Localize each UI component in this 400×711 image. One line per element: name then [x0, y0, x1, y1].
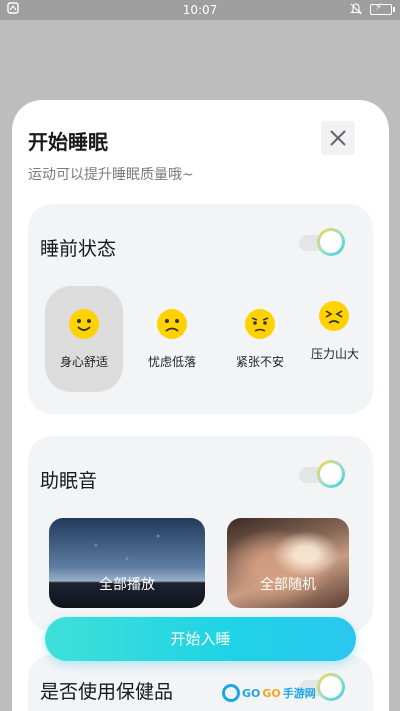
- mood-label: 身心舒适: [59, 355, 108, 369]
- mood-label: 忧虑低落: [147, 355, 196, 369]
- shuffle-all-label: 全部随机: [260, 577, 316, 593]
- bell-off-icon: [350, 3, 362, 15]
- stressed-icon: [319, 301, 349, 331]
- sleep-sound-toggle[interactable]: [299, 460, 345, 488]
- pre-sleep-state-toggle[interactable]: [299, 228, 345, 256]
- sleep-sound-card: 助眠音 全部播放 全部随机: [28, 436, 373, 632]
- pre-sleep-state-card: 睡前状态 身心舒适 忧虑低落 紧张不安 压力山大: [28, 204, 373, 414]
- play-all-label: 全部播放: [99, 577, 155, 593]
- status-time: 10:07: [182, 3, 218, 17]
- close-icon: [330, 130, 346, 146]
- mood-option-comfortable[interactable]: 身心舒适: [45, 286, 123, 392]
- start-sleep-sheet: 开始睡眠 运动可以提升睡眠质量哦~ 睡前状态 身心舒适 忧虑低落 紧张不安 压力…: [12, 100, 389, 711]
- play-all-card[interactable]: 全部播放: [49, 518, 205, 608]
- mood-label: 压力山大: [311, 347, 360, 361]
- smile-icon: [69, 309, 99, 339]
- status-icons: ⚡: [350, 2, 395, 15]
- close-button[interactable]: [321, 121, 355, 155]
- pre-sleep-state-title: 睡前状态: [40, 238, 117, 260]
- mood-option-low[interactable]: 忧虑低落: [133, 286, 211, 392]
- watermark-circle-icon: [222, 684, 240, 702]
- sleep-sound-title: 助眠音: [40, 470, 98, 492]
- mood-option-nervous[interactable]: 紧张不安: [221, 286, 299, 392]
- supplement-title: 是否使用保健品: [40, 681, 174, 703]
- worried-icon: [245, 309, 275, 339]
- mood-option-stressed[interactable]: 压力山大: [309, 286, 359, 392]
- shuffle-all-card[interactable]: 全部随机: [227, 518, 349, 608]
- battery-charging-icon: ⚡: [370, 2, 395, 15]
- start-sleep-button[interactable]: 开始入睡: [45, 617, 356, 661]
- status-bar: 10:07 ⚡: [0, 0, 400, 20]
- sheet-subtitle: 运动可以提升睡眠质量哦~: [28, 167, 194, 183]
- frown-icon: [157, 309, 187, 339]
- sheet-title: 开始睡眠: [28, 130, 108, 154]
- supplement-card: 是否使用保健品: [28, 655, 373, 711]
- mood-label: 紧张不安: [235, 355, 284, 369]
- watermark-logo: GO GO 手游网: [222, 682, 316, 704]
